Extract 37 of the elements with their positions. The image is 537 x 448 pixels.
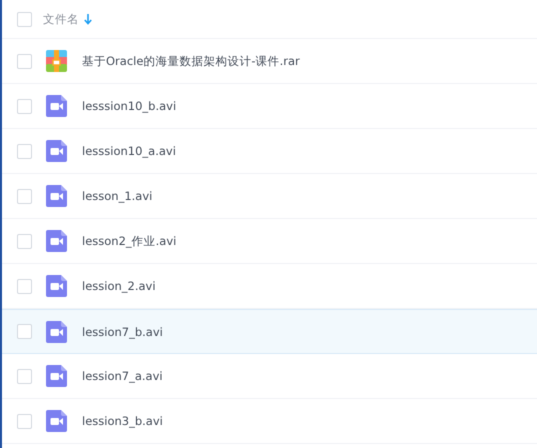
file-row[interactable]: lession7_a.avi — [2, 354, 537, 399]
file-name[interactable]: lession3_b.avi — [82, 414, 163, 428]
select-all-checkbox[interactable] — [17, 12, 32, 26]
file-name[interactable]: lesssion10_a.avi — [82, 144, 176, 158]
file-name[interactable]: lesson2_作业.avi — [82, 234, 176, 248]
row-checkbox[interactable] — [17, 368, 32, 384]
video-file-icon — [46, 230, 67, 252]
video-file-icon — [46, 410, 67, 432]
video-file-icon — [46, 320, 67, 342]
file-row[interactable]: lesssion10_b.avi — [2, 84, 537, 129]
file-row[interactable]: lession3_b.avi — [2, 399, 537, 444]
row-checkbox[interactable] — [17, 188, 32, 204]
row-checkbox[interactable] — [17, 54, 32, 68]
row-checkbox[interactable] — [17, 234, 32, 248]
file-row[interactable]: lesson_1.avi — [2, 174, 537, 219]
file-row[interactable]: lesssion10_a.avi — [2, 129, 537, 174]
row-checkbox[interactable] — [17, 324, 32, 339]
row-checkbox[interactable] — [17, 98, 32, 114]
file-row[interactable]: lesson2_作业.avi — [2, 219, 537, 264]
file-row[interactable]: lession7_b.avi — [2, 309, 537, 354]
archive-icon — [46, 50, 67, 72]
video-file-icon — [46, 140, 67, 162]
video-file-icon — [46, 365, 67, 387]
video-file-icon — [46, 185, 67, 207]
video-file-icon — [46, 275, 67, 297]
file-name[interactable]: lession7_b.avi — [82, 324, 163, 338]
file-name[interactable]: lesssion10_b.avi — [82, 99, 176, 113]
row-checkbox[interactable] — [17, 278, 32, 294]
row-checkbox[interactable] — [17, 414, 32, 428]
file-name[interactable]: lession7_a.avi — [82, 369, 163, 383]
file-name[interactable]: lession_2.avi — [82, 279, 156, 293]
video-file-icon — [46, 95, 67, 117]
sort-arrow-icon[interactable] — [84, 14, 92, 24]
file-name[interactable]: 基于Oracle的海量数据架构设计-课件.rar — [82, 54, 300, 68]
file-row[interactable]: 基于Oracle的海量数据架构设计-课件.rar — [2, 39, 537, 84]
row-checkbox[interactable] — [17, 144, 32, 158]
file-name[interactable]: lesson_1.avi — [82, 189, 152, 203]
